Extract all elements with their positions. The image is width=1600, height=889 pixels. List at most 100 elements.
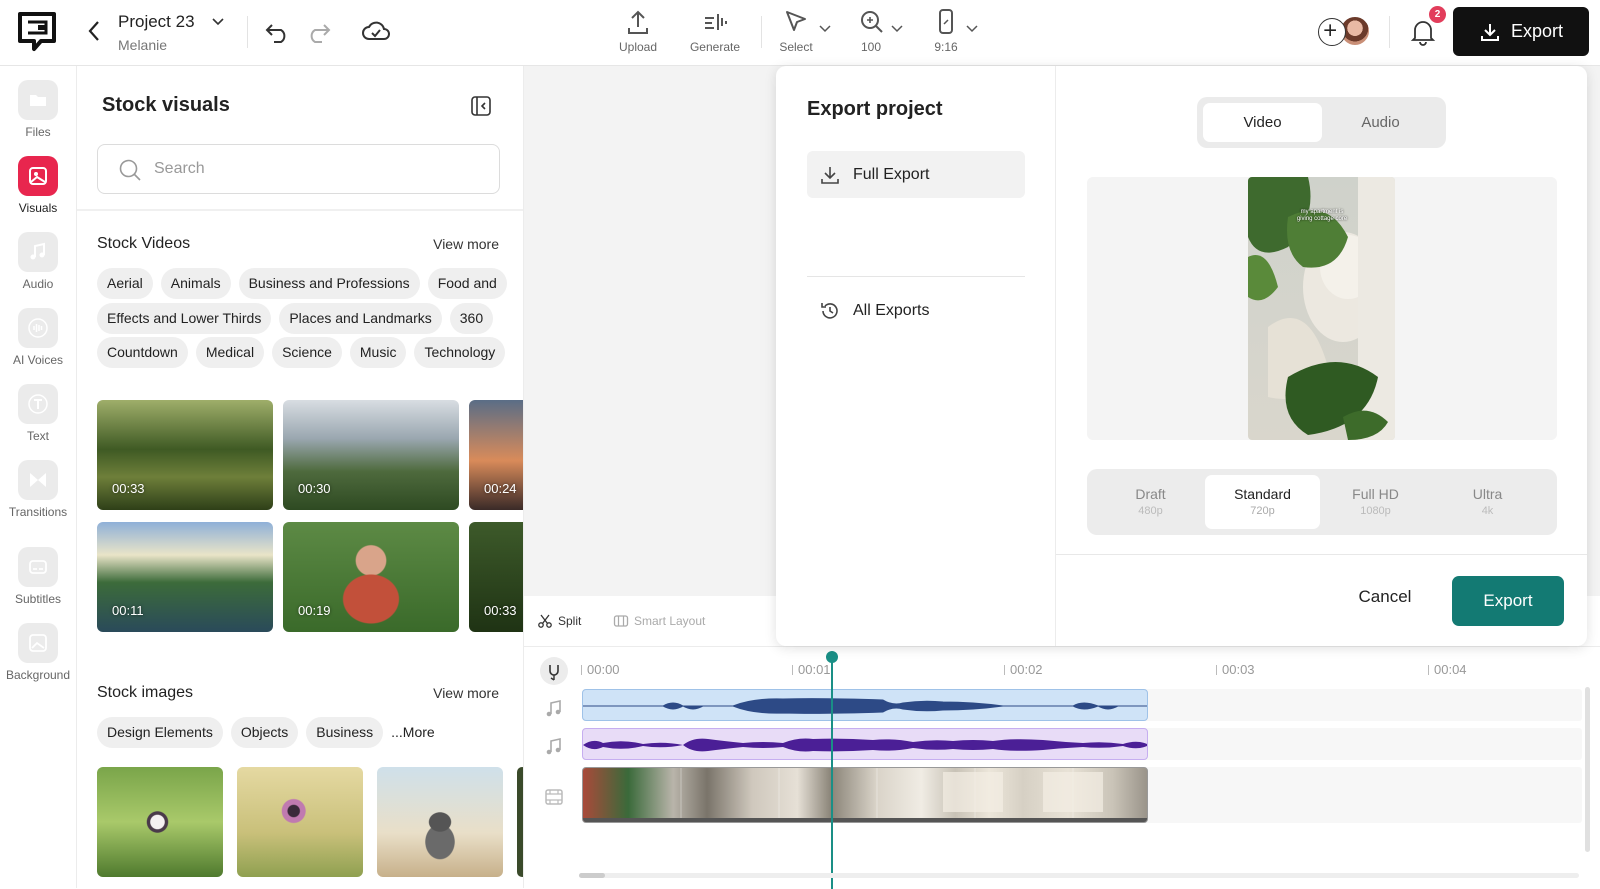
quality-resolution: 720p bbox=[1250, 505, 1275, 517]
quality-option-full-hd[interactable]: Full HD 1080p bbox=[1318, 475, 1433, 529]
category-chip[interactable]: Medical bbox=[195, 337, 265, 368]
all-exports-label: All Exports bbox=[853, 301, 930, 319]
category-chip[interactable]: Food and bbox=[427, 268, 507, 299]
category-chip[interactable]: Technology bbox=[414, 337, 506, 368]
export-button[interactable]: Export bbox=[1453, 7, 1589, 56]
bell-icon[interactable] bbox=[1410, 18, 1436, 46]
sidebar-item-text[interactable]: Text bbox=[0, 384, 76, 443]
upload-button[interactable]: Upload bbox=[605, 6, 671, 58]
chevron-down-icon[interactable] bbox=[891, 24, 903, 34]
video-duration: 00:33 bbox=[484, 603, 517, 618]
sidebar-item-label: Background bbox=[5, 668, 71, 682]
category-chip[interactable]: Effects and Lower Thirds bbox=[97, 303, 272, 334]
sidebar-item-label: Files bbox=[25, 125, 51, 139]
smart-layout-button[interactable]: Smart Layout bbox=[613, 613, 705, 629]
full-export-tab[interactable]: Full Export bbox=[807, 151, 1025, 198]
cloud-saved-icon[interactable] bbox=[360, 18, 392, 44]
video-duration: 00:19 bbox=[298, 603, 331, 618]
upload-label: Upload bbox=[618, 40, 658, 54]
search-input[interactable] bbox=[154, 155, 474, 183]
sidebar-item-label: Text bbox=[26, 429, 49, 443]
video-clip[interactable] bbox=[582, 767, 1148, 823]
category-chip[interactable]: 360 bbox=[449, 303, 494, 334]
vertical-scrollbar[interactable] bbox=[1585, 687, 1590, 852]
download-icon bbox=[821, 166, 839, 184]
sidebar-item-background[interactable]: Background bbox=[0, 623, 76, 682]
sidebar-item-label: Subtitles bbox=[14, 592, 62, 606]
undo-icon[interactable] bbox=[264, 18, 292, 44]
text-icon bbox=[28, 394, 48, 414]
stock-image-thumbnail[interactable] bbox=[517, 767, 523, 877]
all-exports-tab[interactable]: All Exports bbox=[807, 287, 1025, 334]
sidebar-item-transitions[interactable]: Transitions bbox=[0, 460, 76, 519]
tab-video[interactable]: Video bbox=[1203, 103, 1322, 142]
sidebar-item-label: Visuals bbox=[18, 201, 58, 215]
preview-caption: my apartment is giving cottage core bbox=[1296, 209, 1348, 222]
stock-image-thumbnail[interactable] bbox=[97, 767, 223, 877]
stock-video-thumbnail[interactable]: 00:33 bbox=[97, 400, 273, 510]
background-icon bbox=[29, 634, 47, 652]
stock-video-thumbnail[interactable]: 00:19 bbox=[283, 522, 459, 632]
cancel-button[interactable]: Cancel bbox=[1348, 580, 1422, 614]
category-chip[interactable]: Business and Professions bbox=[238, 268, 420, 299]
aspect-ratio-label: 9:16 bbox=[934, 40, 958, 54]
category-chip[interactable]: Music bbox=[349, 337, 407, 368]
sidebar-item-files[interactable]: Files bbox=[0, 80, 76, 139]
playhead[interactable] bbox=[826, 651, 838, 889]
sidebar-item-subtitles[interactable]: Subtitles bbox=[0, 547, 76, 606]
add-collaborator-button[interactable] bbox=[1318, 18, 1346, 46]
category-chip[interactable]: Objects bbox=[230, 717, 299, 748]
stock-video-thumbnail[interactable]: 00:30 bbox=[283, 400, 459, 510]
app-logo-icon[interactable] bbox=[17, 11, 57, 53]
stock-video-thumbnail[interactable]: 00:33 bbox=[469, 522, 523, 632]
confirm-export-button[interactable]: Export bbox=[1452, 576, 1564, 626]
cursor-icon bbox=[786, 11, 806, 31]
stock-video-thumbnail[interactable]: 00:24 bbox=[469, 400, 523, 510]
quality-option-draft[interactable]: Draft 480p bbox=[1093, 475, 1208, 529]
time-tick: 00:02 bbox=[1004, 662, 1043, 677]
generate-label: Generate bbox=[689, 40, 741, 54]
chevron-down-icon[interactable] bbox=[966, 24, 978, 34]
sidebar-item-ai-voices[interactable]: AI Voices bbox=[0, 308, 76, 367]
tab-audio[interactable]: Audio bbox=[1321, 103, 1440, 142]
stock-images-view-more-link[interactable]: View more bbox=[433, 685, 499, 701]
audio-clip-2[interactable] bbox=[582, 728, 1148, 760]
category-chip[interactable]: Design Elements bbox=[97, 717, 223, 748]
divider bbox=[1389, 16, 1390, 48]
timeline-toolbar: Split Smart Layout bbox=[524, 596, 776, 646]
sidebar-item-audio[interactable]: Audio bbox=[0, 232, 76, 291]
sidebar-item-visuals[interactable]: Visuals bbox=[0, 156, 76, 215]
redo-icon[interactable] bbox=[304, 18, 332, 44]
quality-resolution: 1080p bbox=[1360, 505, 1391, 517]
chevron-down-icon[interactable] bbox=[819, 24, 831, 34]
panel-title: Stock visuals bbox=[102, 94, 230, 116]
generate-button[interactable]: Generate bbox=[682, 6, 748, 58]
category-chip[interactable]: Places and Landmarks bbox=[279, 303, 442, 334]
collapse-panel-icon[interactable] bbox=[470, 95, 492, 117]
chevron-down-icon[interactable] bbox=[210, 14, 226, 30]
category-chip[interactable]: Science bbox=[272, 337, 342, 368]
category-chip[interactable]: Countdown bbox=[97, 337, 188, 368]
stock-video-thumbnail[interactable]: 00:11 bbox=[97, 522, 273, 632]
audio-clip-1[interactable] bbox=[582, 689, 1148, 721]
stock-image-thumbnail[interactable] bbox=[377, 767, 503, 877]
quality-option-standard[interactable]: Standard 720p bbox=[1205, 475, 1320, 529]
split-button[interactable]: Split bbox=[537, 613, 581, 629]
divider bbox=[77, 209, 523, 211]
select-label: Select bbox=[779, 40, 813, 54]
transitions-icon bbox=[30, 473, 46, 487]
quality-option-ultra[interactable]: Ultra 4k bbox=[1430, 475, 1545, 529]
more-categories-link[interactable]: ...More bbox=[391, 717, 445, 748]
video-category-row: Aerial Animals Business and Professions … bbox=[97, 268, 507, 299]
project-title[interactable]: Project 23 bbox=[118, 12, 195, 32]
back-icon[interactable] bbox=[84, 18, 104, 44]
stock-videos-view-more-link[interactable]: View more bbox=[433, 236, 499, 252]
category-chip[interactable]: Animals bbox=[160, 268, 231, 299]
music-note-icon bbox=[30, 242, 45, 260]
horizontal-scrollbar[interactable] bbox=[579, 873, 1579, 878]
category-chip[interactable]: Aerial bbox=[97, 268, 153, 299]
category-chip[interactable]: Business bbox=[306, 717, 384, 748]
phone-aspect-icon bbox=[939, 9, 953, 34]
stock-image-thumbnail[interactable] bbox=[237, 767, 363, 877]
magnet-button[interactable] bbox=[540, 657, 568, 685]
